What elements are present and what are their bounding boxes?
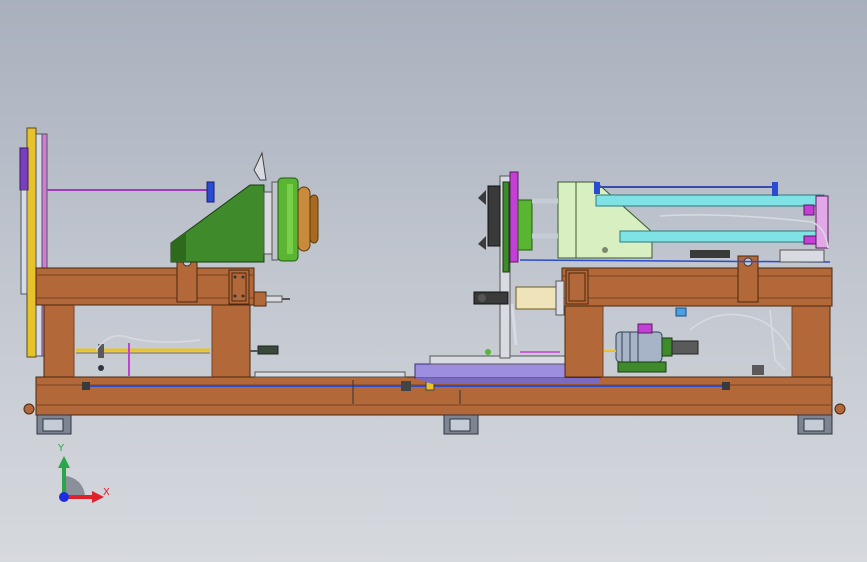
axis-y-label: Y [58,443,65,454]
coordinate-triad [58,456,104,503]
base-frame [23,376,846,435]
left-stand [35,255,290,378]
axis-x-label: X [103,487,110,498]
right-stand [561,255,833,378]
z-axis-dot [59,492,69,502]
left-headstock [170,151,319,263]
cad-viewport[interactable]: X Y [0,0,867,562]
assembly-drawing [19,127,846,503]
